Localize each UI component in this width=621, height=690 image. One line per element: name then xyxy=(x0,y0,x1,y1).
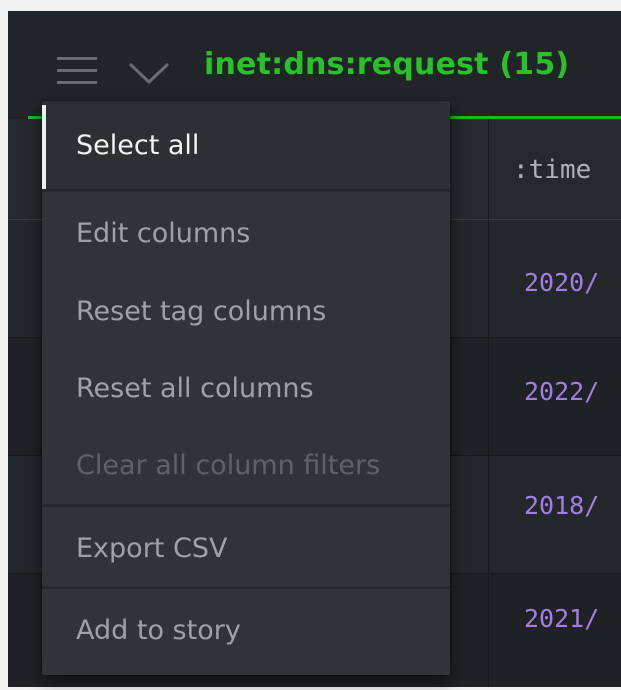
time-cell: 2021/ xyxy=(524,604,600,633)
menu-item-select-all[interactable]: Select all xyxy=(42,101,450,189)
time-cell: 2022/ xyxy=(524,377,600,406)
menu-item-add-to-story[interactable]: Add to story xyxy=(42,591,450,669)
table-options-menu: Select all Edit columns Reset tag column… xyxy=(42,101,450,675)
menu-divider xyxy=(42,189,450,192)
menu-item-export-csv[interactable]: Export CSV xyxy=(42,509,450,587)
column-header-time[interactable]: :time xyxy=(513,155,591,185)
menu-item-edit-columns[interactable]: Edit columns xyxy=(42,194,450,272)
time-cell: 2020/ xyxy=(524,268,600,297)
menu-divider xyxy=(42,504,450,507)
chevron-down-icon[interactable] xyxy=(128,61,170,85)
time-cell: 2018/ xyxy=(524,491,600,520)
column-divider xyxy=(488,119,489,687)
results-title: inet:dns:request (15) xyxy=(204,47,570,82)
menu-item-clear-column-filters: Clear all column filters xyxy=(76,449,381,481)
menu-divider xyxy=(42,586,450,589)
menu-item-reset-tag-columns[interactable]: Reset tag columns xyxy=(42,272,450,350)
menu-item-reset-all-columns[interactable]: Reset all columns xyxy=(42,349,450,427)
hamburger-icon[interactable] xyxy=(57,57,97,85)
